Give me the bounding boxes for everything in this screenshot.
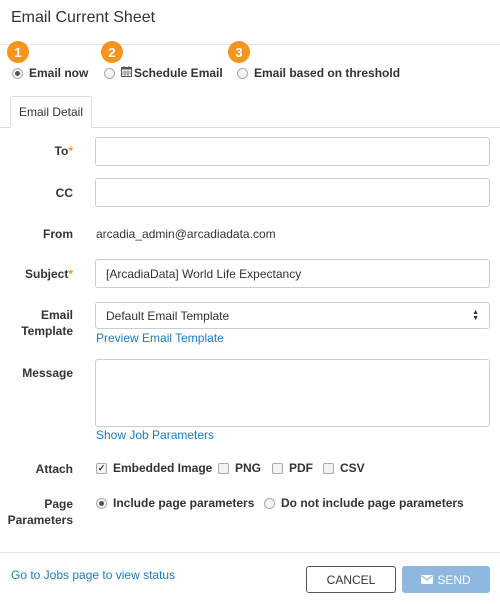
radio-selected-icon[interactable]: [96, 497, 107, 509]
attach-option-label: CSV: [340, 461, 365, 475]
attach-option-label: Embedded Image: [113, 461, 213, 475]
radio-icon[interactable]: [264, 497, 275, 509]
mode-schedule-label: Schedule Email: [134, 66, 223, 80]
mode-threshold-label: Email based on threshold: [254, 66, 401, 80]
exclude-page-params[interactable]: Do not include page parameters: [264, 496, 464, 510]
mode-threshold[interactable]: Email based on threshold: [237, 66, 400, 80]
mode-schedule-email[interactable]: Schedule Email: [104, 66, 223, 80]
template-value: Default Email Template: [106, 308, 230, 323]
attach-label: Attach: [35, 462, 73, 476]
subject-value: [ArcadiaData] World Life Expectancy: [106, 266, 302, 281]
step-badge-2: 2: [101, 41, 123, 63]
param-option-label: Do not include page parameters: [281, 496, 464, 510]
radio-icon[interactable]: [104, 67, 115, 79]
message-field[interactable]: [95, 359, 490, 427]
divider: [0, 552, 500, 553]
template-select[interactable]: Default Email Template ▲ ▼: [95, 302, 490, 329]
jobs-page-link[interactable]: Go to Jobs page to view status: [11, 568, 175, 582]
radio-icon[interactable]: [237, 67, 248, 79]
template-label: Email Template: [21, 308, 73, 338]
checkbox-checked-icon[interactable]: ✓: [96, 462, 107, 474]
message-label: Message: [22, 366, 73, 380]
checkbox-icon[interactable]: [323, 462, 334, 474]
calendar-icon: [121, 66, 132, 80]
param-option-label: Include page parameters: [113, 496, 255, 510]
step-badge-3: 3: [228, 41, 250, 63]
dialog-title: Email Current Sheet: [11, 9, 156, 26]
attach-embedded-image[interactable]: ✓ Embedded Image: [96, 461, 212, 475]
cc-field[interactable]: [95, 178, 490, 207]
from-value: arcadia_admin@arcadiadata.com: [96, 227, 276, 241]
send-button[interactable]: SEND: [402, 566, 490, 593]
to-label: To*: [54, 144, 73, 158]
radio-selected-icon[interactable]: [12, 67, 23, 79]
cc-label: CC: [55, 186, 73, 200]
subject-field[interactable]: [ArcadiaData] World Life Expectancy: [95, 259, 490, 288]
from-label: From: [43, 227, 73, 241]
subject-label: Subject*: [24, 267, 73, 281]
tab-email-detail[interactable]: Email Detail: [10, 96, 92, 128]
attach-pdf[interactable]: PDF: [272, 461, 313, 475]
mode-email-now[interactable]: Email now: [12, 66, 88, 80]
step-badge-1: 1: [7, 41, 29, 63]
envelope-icon: [421, 575, 434, 584]
attach-png[interactable]: PNG: [218, 461, 261, 475]
preview-template-link[interactable]: Preview Email Template: [96, 331, 224, 345]
show-job-params-link[interactable]: Show Job Parameters: [96, 428, 214, 442]
send-label: SEND: [437, 572, 471, 587]
attach-option-label: PDF: [289, 461, 313, 475]
checkbox-icon[interactable]: [272, 462, 283, 474]
select-arrows-icon: ▲ ▼: [472, 308, 479, 322]
to-field[interactable]: [95, 137, 490, 166]
page-params-label: Page Parameters: [7, 497, 73, 527]
include-page-params[interactable]: Include page parameters: [96, 496, 254, 510]
attach-csv[interactable]: CSV: [323, 461, 365, 475]
cancel-button[interactable]: CANCEL: [306, 566, 396, 593]
checkbox-icon[interactable]: [218, 462, 229, 474]
divider: [0, 44, 500, 45]
mode-email-now-label: Email now: [29, 66, 89, 80]
attach-option-label: PNG: [235, 461, 262, 475]
